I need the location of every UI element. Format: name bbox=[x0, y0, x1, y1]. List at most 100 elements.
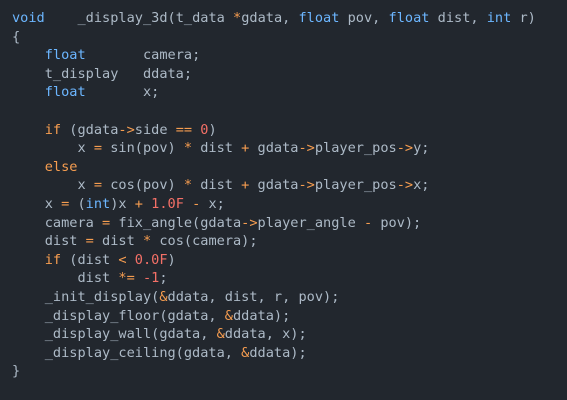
code-token: t_data bbox=[175, 10, 225, 26]
code-token: ddata); bbox=[232, 307, 291, 324]
code-line[interactable]: dist = dist * cos(camera); bbox=[12, 232, 567, 251]
code-token: 0.0F bbox=[134, 251, 168, 268]
code-token: y; bbox=[413, 140, 430, 157]
code-token: dist, bbox=[429, 10, 487, 26]
code-token: cos(pov) bbox=[102, 177, 184, 194]
code-token: -> bbox=[298, 177, 315, 194]
code-token: ) bbox=[167, 251, 176, 268]
code-token: = bbox=[102, 214, 111, 231]
code-token: -> bbox=[241, 214, 258, 231]
code-line[interactable]: _display_wall(gdata, &ddata, x); bbox=[12, 325, 567, 344]
code-token: pov); bbox=[372, 214, 422, 231]
code-token: -> bbox=[396, 140, 414, 157]
code-token: dist bbox=[12, 233, 86, 250]
code-token: int bbox=[486, 10, 512, 26]
code-token: t_display ddata; bbox=[12, 65, 193, 82]
code-line[interactable]: t_display ddata; bbox=[12, 65, 567, 84]
code-token: } bbox=[12, 363, 21, 380]
code-token: -> bbox=[118, 121, 135, 138]
code-token: gdata, bbox=[241, 10, 299, 26]
code-line[interactable]: camera = fix_angle(gdata->player_angle -… bbox=[12, 214, 567, 233]
code-token: x bbox=[12, 195, 62, 212]
code-token: { bbox=[12, 28, 21, 45]
code-line[interactable]: x = cos(pov) * dist + gdata->player_pos-… bbox=[12, 176, 567, 195]
code-token: float bbox=[388, 10, 430, 26]
code-token: if bbox=[44, 251, 62, 268]
code-body[interactable]: void _display_3d(t_data *gdata, float po… bbox=[12, 9, 567, 381]
code-token: - bbox=[363, 214, 373, 231]
code-token: -1 bbox=[142, 270, 160, 287]
code-line[interactable] bbox=[12, 102, 567, 121]
code-token: 1.0F bbox=[151, 195, 184, 212]
code-token: sin(pov) bbox=[102, 140, 184, 157]
code-token: else bbox=[44, 158, 78, 175]
code-token: gdata bbox=[249, 140, 299, 157]
code-token: _init_display( bbox=[12, 288, 160, 305]
code-line[interactable]: else bbox=[12, 158, 567, 177]
code-token: camera; bbox=[85, 47, 201, 64]
code-token: dist bbox=[12, 270, 119, 287]
code-line[interactable]: if (gdata->side == 0) bbox=[12, 121, 567, 140]
code-token: = bbox=[93, 177, 103, 194]
code-token: * bbox=[142, 233, 152, 250]
code-token: = bbox=[85, 233, 94, 250]
code-token: x bbox=[12, 140, 94, 157]
code-line[interactable]: x = sin(pov) * dist + gdata->player_pos-… bbox=[12, 139, 567, 158]
code-line[interactable]: float camera; bbox=[12, 46, 567, 65]
code-token: *= bbox=[118, 270, 135, 287]
code-token: )x bbox=[110, 195, 135, 212]
code-token: _display_floor(gdata, bbox=[12, 307, 225, 324]
code-line[interactable]: if (dist < 0.0F) bbox=[12, 251, 567, 270]
code-line[interactable]: } bbox=[12, 362, 567, 381]
code-token: x; bbox=[200, 195, 225, 212]
code-token: dist bbox=[93, 233, 143, 250]
code-token: r) bbox=[511, 10, 536, 26]
code-token: fix_angle(gdata bbox=[110, 214, 242, 231]
code-line[interactable]: _init_display(&ddata, dist, r, pov); bbox=[12, 288, 567, 307]
code-token: void bbox=[12, 10, 45, 26]
code-token: & bbox=[159, 288, 168, 305]
code-token: side bbox=[134, 121, 176, 138]
code-token: gdata bbox=[249, 177, 299, 194]
code-token: dist bbox=[192, 140, 242, 157]
code-token: player_pos bbox=[314, 177, 397, 194]
code-token: int bbox=[85, 195, 111, 212]
code-line[interactable]: float x; bbox=[12, 83, 567, 102]
code-token: pov, bbox=[339, 10, 389, 26]
code-line[interactable]: void _display_3d(t_data *gdata, float po… bbox=[12, 9, 567, 28]
code-token: (dist bbox=[61, 251, 119, 268]
code-token: * bbox=[183, 177, 193, 194]
code-token: * bbox=[233, 10, 242, 26]
code-token: x bbox=[12, 177, 94, 194]
code-token: if bbox=[44, 121, 62, 138]
code-token: cos(camera); bbox=[151, 233, 258, 250]
code-token: < bbox=[118, 251, 127, 268]
code-token: ( bbox=[167, 10, 176, 26]
code-line[interactable]: dist *= -1; bbox=[12, 269, 567, 288]
code-token: camera bbox=[12, 214, 103, 231]
code-line[interactable]: x = (int)x + 1.0F - x; bbox=[12, 195, 567, 214]
code-token: ( bbox=[69, 195, 86, 212]
code-token: x; bbox=[413, 177, 430, 194]
code-token: ; bbox=[159, 270, 168, 287]
code-line[interactable]: _display_floor(gdata, &ddata); bbox=[12, 307, 567, 326]
code-token: -> bbox=[298, 140, 315, 157]
code-token: dist bbox=[192, 177, 242, 194]
code-token: float bbox=[298, 10, 340, 26]
code-editor[interactable]: void _display_3d(t_data *gdata, float po… bbox=[0, 0, 567, 400]
code-line[interactable]: _display_ceiling(gdata, &ddata); bbox=[12, 344, 567, 363]
code-token: _display_ceiling(gdata, bbox=[12, 344, 242, 361]
code-token: -> bbox=[396, 177, 414, 194]
code-line[interactable]: { bbox=[12, 28, 567, 47]
code-token: ddata, x); bbox=[224, 326, 307, 343]
code-token: _display_wall(gdata, bbox=[12, 326, 217, 343]
